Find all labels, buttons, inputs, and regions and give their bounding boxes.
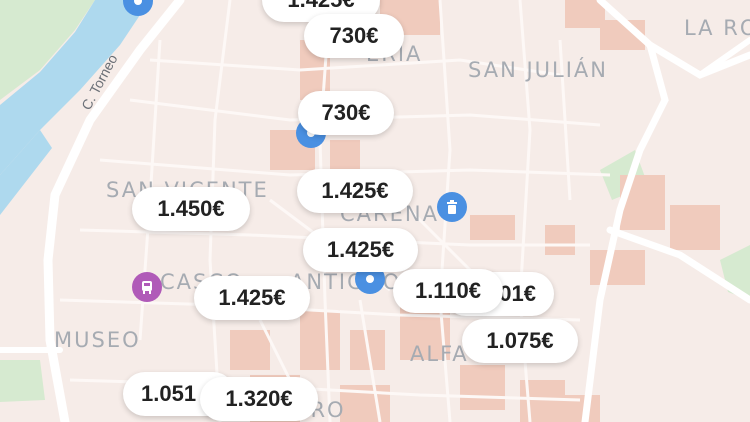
price-marker[interactable]: 1.320€ xyxy=(200,377,318,421)
price-marker[interactable]: 730€ xyxy=(298,91,394,135)
park-area-southwest xyxy=(0,360,45,402)
bus-icon[interactable] xyxy=(132,272,162,302)
price-marker[interactable]: 1.425€ xyxy=(194,276,310,320)
area-label-alfalfa: ALFA xyxy=(410,342,469,366)
price-marker[interactable]: 1.425€ xyxy=(303,228,418,272)
price-marker[interactable]: 730€ xyxy=(304,14,404,58)
map-view[interactable]: C. Torneo SAN JULIÁN LA RO SAN VICENTE E… xyxy=(0,0,750,422)
area-label-la-ro: LA RO xyxy=(684,16,750,40)
trash-bin-icon[interactable] xyxy=(437,192,467,222)
price-marker[interactable]: 1.425€ xyxy=(297,169,413,213)
price-marker[interactable]: 1.075€ xyxy=(462,319,578,363)
price-marker[interactable]: 1.110€ xyxy=(393,269,503,313)
area-label-museo: MUSEO xyxy=(54,328,141,352)
price-marker[interactable]: 1.450€ xyxy=(132,187,250,231)
area-label-san-julian: SAN JULIÁN xyxy=(468,58,609,82)
